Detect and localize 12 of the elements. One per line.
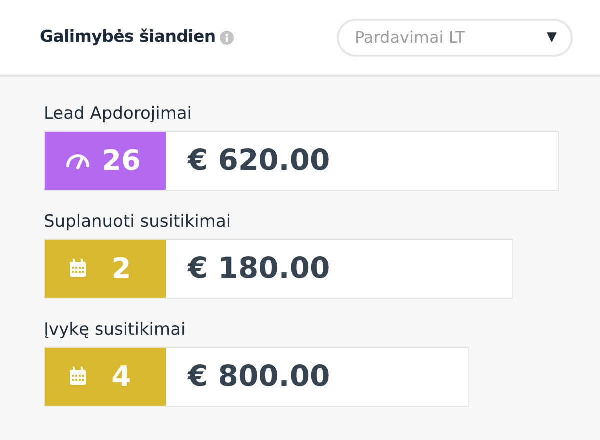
amount-value: € 620.00 <box>186 142 330 180</box>
metric-label: Suplanuoti susitikimai <box>44 212 232 232</box>
count-value: 26 <box>101 143 142 179</box>
count-value: 2 <box>110 251 132 287</box>
count-value: 4 <box>110 359 132 395</box>
amount-value: € 800.00 <box>186 358 330 396</box>
sales-dropdown[interactable]: Pardavimai LT ▼ <box>337 18 573 56</box>
metric-label: Lead Apdorojimai <box>44 104 192 124</box>
metric-label: Įvykę susitikimai <box>44 320 186 340</box>
info-icon[interactable] <box>220 30 234 44</box>
section-title: Galimybės šiandien <box>40 26 216 48</box>
amount-value: € 180.00 <box>186 250 330 288</box>
